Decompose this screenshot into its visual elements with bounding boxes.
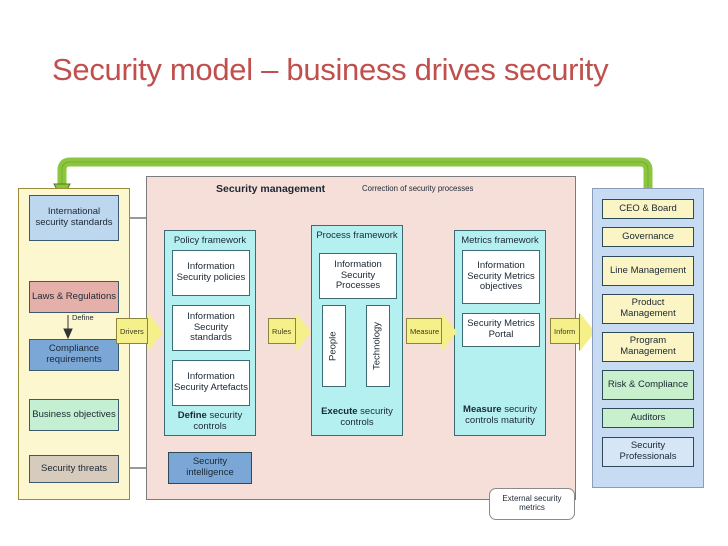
inner-label: Information Security Processes — [334, 258, 382, 292]
stakeholder-label: Security Professionals — [619, 440, 677, 462]
inner-label: Information Security Artefacts — [174, 371, 248, 393]
framework-title: Policy framework — [173, 235, 247, 246]
slide-canvas: Security model – business drives securit… — [0, 0, 728, 546]
flow-arrow-label: Inform — [554, 326, 576, 336]
process-pillar-people[interactable]: People — [322, 305, 346, 387]
stakeholder-governance[interactable]: Governance — [602, 227, 694, 247]
flow-arrow-drivers[interactable]: Drivers — [116, 313, 163, 351]
metrics-item-security-metrics-portal[interactable]: Security Metrics Portal — [462, 313, 540, 347]
stakeholder-auditors[interactable]: Auditors — [602, 408, 694, 428]
process-pillar-technology[interactable]: Technology — [366, 305, 390, 387]
security-intelligence-label: Security intelligence — [186, 456, 234, 478]
stakeholder-security-professionals[interactable]: Security Professionals — [602, 437, 694, 467]
left-item-international-security-standards[interactable]: International security standards — [29, 195, 119, 241]
stakeholder-line-management[interactable]: Line Management — [602, 256, 694, 286]
pillar-label: Technology — [371, 321, 383, 371]
inner-label: Security Metrics Portal — [467, 318, 535, 340]
inner-label: Information Security policies — [176, 261, 246, 283]
left-item-compliance-requirements[interactable]: Compliance requirements — [29, 339, 119, 371]
policy-item-information-security-policies[interactable]: Information Security policies — [172, 250, 250, 296]
framework-title: Metrics framework — [461, 235, 539, 246]
left-item-laws-regulations[interactable]: Laws & Regulations — [29, 281, 119, 313]
policy-framework-footer: Define security controls — [164, 410, 256, 433]
stakeholder-label: Line Management — [609, 264, 687, 276]
left-item-label: Compliance requirements — [46, 343, 102, 365]
left-item-security-threats[interactable]: Security threats — [29, 455, 119, 483]
flow-arrow-measure[interactable]: Measure — [406, 313, 457, 351]
flow-arrow-inform[interactable]: Inform — [550, 313, 595, 351]
external-security-metrics-box[interactable]: External security metrics — [489, 488, 575, 520]
stakeholder-label: Auditors — [630, 411, 666, 423]
policy-item-information-security-standards[interactable]: Information Security standards — [172, 305, 250, 351]
flow-arrow-rules[interactable]: Rules — [268, 313, 311, 351]
external-security-metrics-label: External security metrics — [502, 494, 562, 512]
process-framework-footer: Execute security controls — [311, 406, 403, 429]
policy-item-information-security-artefacts[interactable]: Information Security Artefacts — [172, 360, 250, 406]
flow-arrow-label: Drivers — [120, 326, 144, 336]
footer-bold: Define — [177, 410, 207, 421]
flow-arrow-label: Measure — [410, 326, 440, 336]
metrics-framework-footer: Measure security controls maturity — [454, 404, 546, 427]
inner-label: Information Security standards — [187, 310, 235, 344]
left-item-label: Laws & Regulations — [32, 290, 116, 302]
define-label: Define — [72, 313, 94, 322]
metrics-item-information-security-metrics-objectives[interactable]: Information Security Metrics objectives — [462, 250, 540, 304]
left-item-label: Business objectives — [32, 408, 116, 420]
left-item-business-objectives[interactable]: Business objectives — [29, 399, 119, 431]
process-item-information-security-processes[interactable]: Information Security Processes — [319, 253, 397, 299]
stakeholder-label: CEO & Board — [619, 202, 677, 214]
security-management-heading: Security management — [216, 183, 326, 195]
correction-of-security-processes-label: Correction of security processes — [362, 184, 474, 193]
stakeholder-ceo-and-board[interactable]: CEO & Board — [602, 199, 694, 219]
stakeholder-product-management[interactable]: Product Management — [602, 294, 694, 324]
stakeholder-risk-and-compliance[interactable]: Risk & Compliance — [602, 370, 694, 400]
stakeholder-label: Product Management — [620, 297, 676, 319]
footer-bold: Execute — [321, 406, 358, 417]
footer-bold: Measure — [463, 404, 502, 415]
pillar-label: People — [327, 331, 339, 361]
stakeholder-label: Program Management — [620, 335, 676, 357]
stakeholder-label: Governance — [622, 230, 674, 242]
stakeholder-label: Risk & Compliance — [607, 378, 689, 390]
page-title: Security model – business drives securit… — [52, 52, 609, 87]
left-item-label: International security standards — [35, 206, 113, 228]
flow-arrow-label: Rules — [272, 326, 292, 336]
left-item-label: Security threats — [41, 462, 107, 474]
stakeholder-program-management[interactable]: Program Management — [602, 332, 694, 362]
security-intelligence-box[interactable]: Security intelligence — [168, 452, 252, 484]
framework-title: Process framework — [316, 230, 398, 241]
inner-label: Information Security Metrics objectives — [467, 259, 535, 293]
